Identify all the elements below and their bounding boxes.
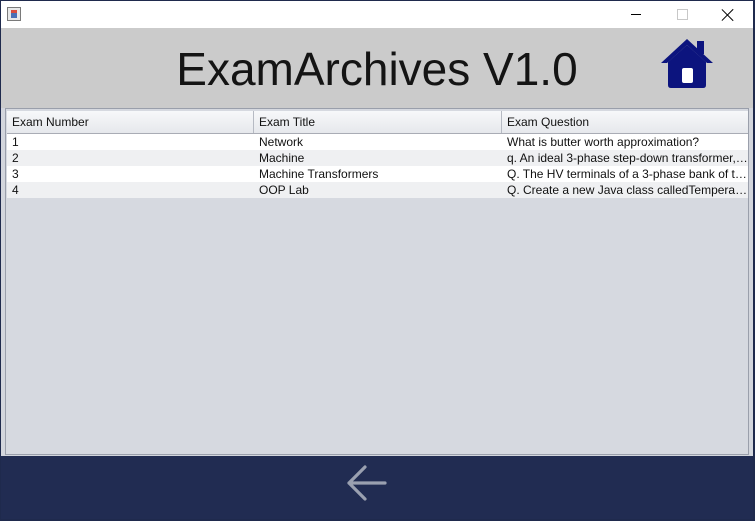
footer-bar [1, 456, 753, 519]
column-header-exam-question[interactable]: Exam Question [502, 111, 748, 133]
cell-exam-number: 4 [12, 183, 19, 197]
back-button[interactable] [343, 462, 391, 504]
cell-exam-number: 2 [12, 151, 19, 165]
column-header-exam-title[interactable]: Exam Title [254, 111, 502, 133]
java-app-icon [7, 7, 21, 21]
column-header-exam-number[interactable]: Exam Number [7, 111, 254, 133]
minimize-button[interactable] [613, 1, 659, 28]
maximize-icon [676, 9, 688, 20]
table-row[interactable]: 4 OOP Lab Q. Create a new Java class cal… [7, 182, 749, 198]
table-body: 1 Network What is butter worth approxima… [7, 134, 749, 198]
close-icon [722, 9, 734, 21]
close-button[interactable] [705, 1, 751, 28]
app-window: ExamArchives V1.0 Exam Number Exam Title… [1, 1, 753, 519]
cell-exam-question: Q. Create a new Java class calledTempera… [507, 183, 749, 197]
title-bar[interactable] [1, 1, 753, 28]
cell-exam-question: What is butter worth approximation? [507, 135, 700, 149]
maximize-button[interactable] [659, 1, 705, 28]
table-header: Exam Number Exam Title Exam Question [7, 111, 748, 134]
table-row[interactable]: 3 Machine Transformers Q. The HV termina… [7, 166, 748, 182]
table-row[interactable]: 2 Machine q. An ideal 3-phase step-down … [7, 150, 748, 166]
exam-table[interactable]: Exam Number Exam Title Exam Question 1 N… [5, 108, 749, 455]
cell-exam-number: 1 [12, 135, 19, 149]
page-title: ExamArchives V1.0 [176, 43, 578, 95]
arrow-left-icon [347, 465, 387, 501]
minimize-icon [631, 14, 641, 15]
table-row[interactable]: 1 Network What is butter worth approxima… [7, 134, 748, 150]
cell-exam-question: Q. The HV terminals of a 3-phase bank of… [507, 167, 748, 181]
cell-exam-title: Network [259, 135, 304, 149]
cell-exam-title: OOP Lab [259, 183, 309, 197]
home-button[interactable] [659, 37, 715, 89]
cell-exam-title: Machine [259, 151, 305, 165]
cell-exam-question: q. An ideal 3-phase step-down transforme… [507, 151, 748, 165]
header-banner: ExamArchives V1.0 [1, 28, 753, 108]
cell-exam-title: Machine Transformers [259, 167, 379, 181]
cell-exam-number: 3 [12, 167, 19, 181]
home-icon [661, 39, 713, 88]
